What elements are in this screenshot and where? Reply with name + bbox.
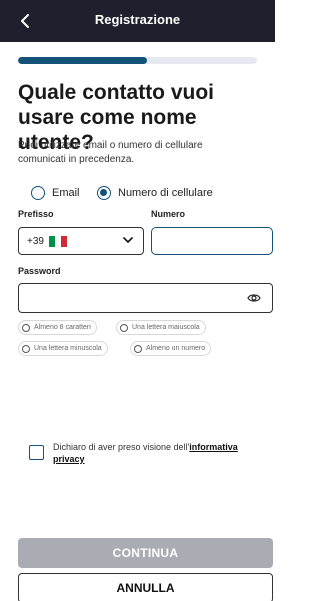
chevron-down-icon [123, 237, 133, 243]
circle-icon [22, 344, 30, 353]
italy-flag-icon [48, 235, 67, 247]
radio-phone[interactable] [97, 186, 111, 200]
requirement-label: Una lettera minuscola [34, 345, 102, 352]
requirement-label: Una lettera maiuscola [132, 324, 200, 331]
question-subtitle: Puoi utilizzare email o numero di cellul… [18, 140, 203, 165]
circle-icon [120, 323, 128, 332]
prefix-label: Prefisso [18, 209, 54, 219]
requirement-label: Almeno un numero [146, 345, 206, 352]
radio-email-label: Email [52, 187, 80, 199]
requirement-chip: Una lettera maiuscola [116, 320, 206, 335]
radio-phone-label: Numero di cellulare [118, 187, 213, 199]
radio-option-phone[interactable]: Numero di cellulare [97, 185, 213, 201]
circle-icon [22, 323, 30, 332]
eye-icon[interactable] [247, 292, 261, 304]
requirement-label: Almeno 8 caratteri [34, 324, 91, 331]
privacy-checkbox[interactable] [29, 445, 44, 460]
password-input[interactable] [18, 283, 273, 313]
radio-option-email[interactable]: Email [31, 185, 80, 201]
progress-fill [18, 57, 148, 64]
prefix-value: +39 [27, 235, 44, 247]
circle-icon [134, 344, 142, 353]
prefix-select[interactable]: +39 [18, 227, 144, 255]
continue-button[interactable]: CONTINUA [18, 538, 273, 568]
cancel-button[interactable]: ANNULLA [18, 573, 273, 601]
privacy-consent-text: Dichiaro di aver preso visione dell'info… [53, 441, 258, 465]
progress-bar [18, 57, 257, 64]
password-label: Password [18, 266, 61, 276]
app-header: Registrazione [0, 0, 275, 42]
requirement-chip: Almeno 8 caratteri [18, 320, 97, 335]
phone-number-input[interactable] [151, 227, 273, 255]
radio-email[interactable] [31, 186, 45, 200]
number-label: Numero [151, 209, 186, 219]
requirement-chip: Una lettera minuscola [18, 341, 108, 356]
page-title: Registrazione [94, 12, 181, 27]
privacy-text: Dichiaro di aver preso visione dell' [53, 442, 190, 452]
requirement-chip: Almeno un numero [130, 341, 212, 356]
